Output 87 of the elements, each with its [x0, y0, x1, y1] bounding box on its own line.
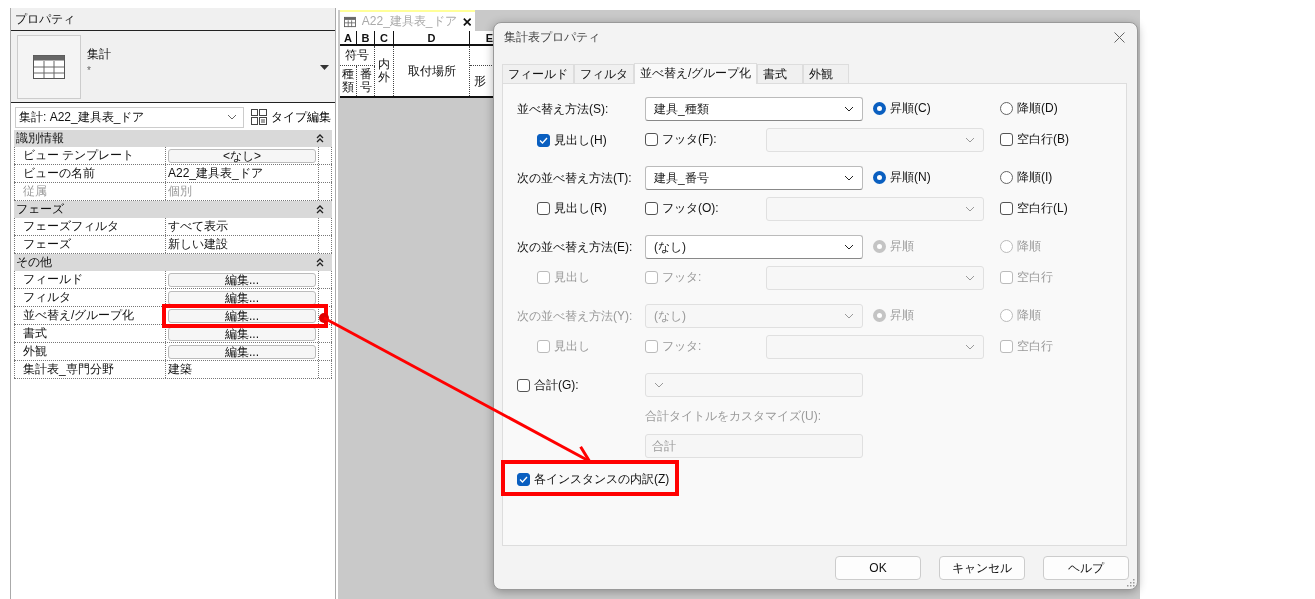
table-header-cell: 種類 [340, 66, 357, 96]
order-radio[interactable]: 降順(I) [1000, 169, 1053, 186]
chevron-down-icon [844, 106, 854, 112]
view-selector[interactable]: 集計: A22_建具表_ドア [15, 106, 244, 128]
order-radio[interactable]: 降順(D) [1000, 100, 1058, 117]
property-value: 建築 [167, 361, 192, 378]
footer-checkbox[interactable]: フッタ(F): [645, 131, 717, 148]
property-button[interactable]: 編集... [168, 272, 316, 287]
chevron-down-icon [965, 275, 975, 281]
chevron-down-icon [965, 137, 975, 143]
sort-label: 次の並べ替え方法(E): [517, 238, 634, 256]
sort-label: 並べ替え方法(S): [517, 100, 610, 118]
sort-field-dropdown[interactable]: 建具_種類 [645, 97, 863, 121]
collapse-icon[interactable] [316, 205, 324, 214]
chevron-down-icon [965, 206, 975, 212]
header-checkbox[interactable]: 見出し(H) [537, 131, 607, 149]
dialog-button[interactable]: ヘルプ [1043, 556, 1129, 580]
check-icon [539, 136, 548, 144]
dialog-tab[interactable]: 並べ替え/グループ化 [634, 63, 758, 84]
type-mark: * [87, 64, 92, 76]
dialog-tab[interactable]: 書式 [757, 64, 804, 83]
property-label: ビュー テンプレート [14, 147, 166, 164]
dialog-button[interactable]: キャンセル [939, 556, 1025, 580]
dropdown-arrow-icon[interactable] [320, 65, 329, 70]
property-label: フィルタ [14, 289, 166, 306]
property-label: フェーズフィルタ [14, 218, 166, 235]
property-value: A22_建具表_ドア [167, 165, 263, 182]
column-letter: B [357, 31, 375, 46]
property-label: 従属 [14, 183, 166, 200]
sort-label: 次の並べ替え方法(T): [517, 169, 633, 187]
itemize-checkbox[interactable]: 各インスタンスの内訳(Z) [517, 470, 670, 488]
property-label: 書式 [14, 325, 166, 342]
column-letter: A [340, 31, 357, 46]
property-value: 個別 [167, 183, 192, 200]
blank-line-checkbox[interactable]: 空白行(B) [1000, 131, 1069, 148]
type-edit-button[interactable]: タイプ編集 [250, 108, 331, 126]
property-button[interactable]: 編集... [168, 308, 316, 323]
panel-title: プロパティ [11, 8, 335, 31]
property-button[interactable]: 編集... [168, 290, 316, 305]
collapse-icon[interactable] [316, 258, 324, 267]
column-letter: C [375, 31, 394, 46]
order-radio[interactable]: 昇順(N) [873, 169, 931, 186]
property-label: 外観 [14, 343, 166, 360]
property-button[interactable]: 編集... [168, 344, 316, 359]
chevron-down-icon [844, 175, 854, 181]
sort-label: 次の並べ替え方法(Y): [517, 307, 634, 325]
blank-line-checkbox[interactable]: 空白行(L) [1000, 200, 1068, 217]
chevron-down-icon [844, 244, 854, 250]
property-button[interactable]: <なし> [168, 148, 316, 163]
sort-field-dropdown[interactable]: 建具_番号 [645, 166, 863, 190]
property-label: フェーズ [14, 236, 166, 253]
type-name: 集計 [87, 45, 111, 63]
table-header-cell: 番号 [357, 66, 375, 96]
check-icon [519, 475, 528, 483]
table-header-cell: 符号 [340, 46, 375, 66]
close-icon[interactable] [462, 16, 471, 27]
chevron-down-icon [965, 344, 975, 350]
property-label: 集計表_専門分野 [14, 361, 166, 378]
property-value: 新しい建設 [167, 236, 228, 253]
footer-checkbox[interactable]: フッタ(O): [645, 200, 719, 217]
table-icon [344, 15, 356, 28]
chevron-down-icon [654, 382, 664, 388]
table-header-cell: 取付場所 [394, 46, 470, 96]
grand-total-checkbox[interactable]: 合計(G): [517, 376, 645, 394]
dialog-tab[interactable]: フィルタ [574, 64, 634, 83]
property-label: 並べ替え/グループ化 [14, 307, 166, 324]
collapse-icon[interactable] [316, 134, 324, 143]
table-icon [33, 54, 65, 79]
dialog-button[interactable]: OK [835, 556, 921, 580]
chevron-down-icon [227, 114, 237, 120]
header-checkbox[interactable]: 見出し(R) [537, 200, 607, 217]
property-label: ビューの名前 [14, 165, 166, 182]
section-header[interactable]: 識別情報 [14, 130, 332, 147]
property-label: フィールド [14, 271, 166, 288]
sort-field-dropdown[interactable]: (なし) [645, 235, 863, 259]
dialog-tab[interactable]: フィールド [502, 64, 574, 83]
section-header[interactable]: その他 [14, 254, 332, 271]
property-value: すべて表示 [167, 218, 228, 235]
table-header-cell: 内外 [375, 46, 394, 96]
chevron-down-icon [844, 313, 854, 319]
column-letter: D [394, 31, 470, 46]
dialog-tab[interactable]: 外観 [803, 64, 850, 83]
section-header[interactable]: フェーズ [14, 201, 332, 218]
resize-grip-icon[interactable] [1127, 579, 1135, 587]
order-radio[interactable]: 昇順(C) [873, 100, 931, 117]
custom-title-label: 合計タイトルをカスタマイズ(U): [645, 408, 822, 424]
type-properties-icon [250, 108, 268, 126]
